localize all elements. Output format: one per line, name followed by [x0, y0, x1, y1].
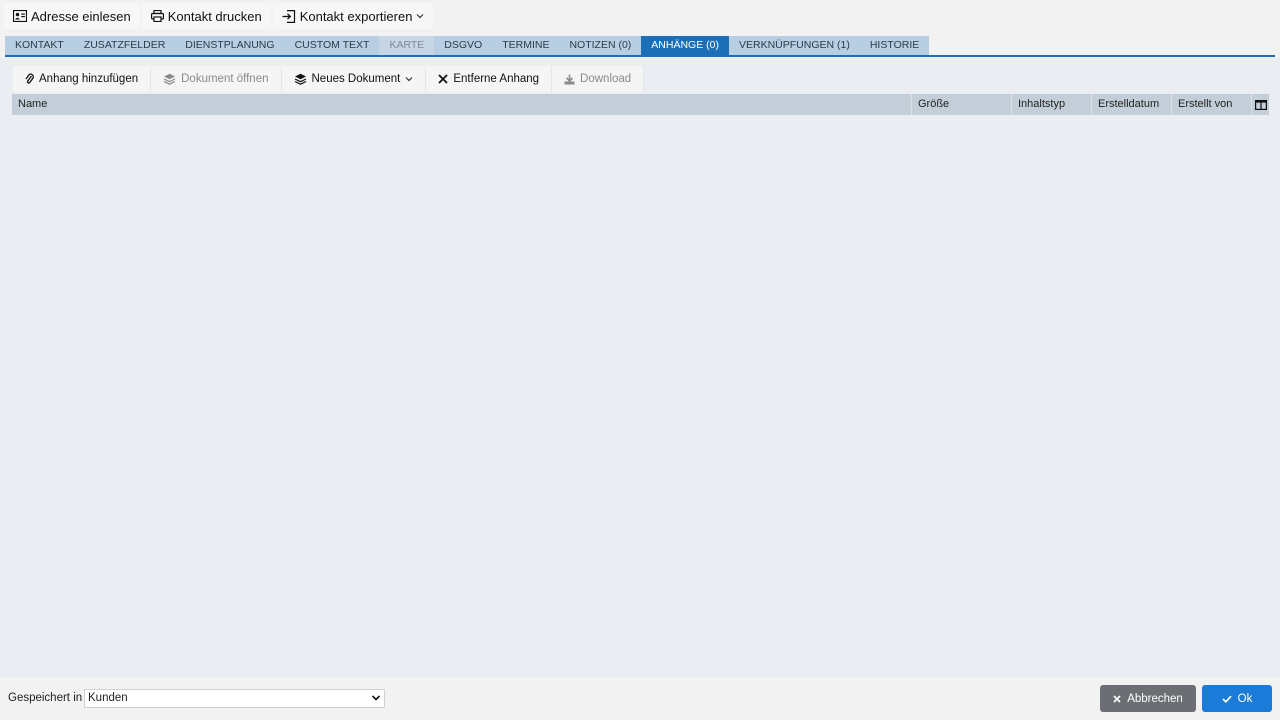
new-document-label: Neues Dokument: [311, 73, 401, 85]
layers-icon: [294, 73, 306, 85]
tab-bar: KONTAKT ZUSATZFELDER DIENSTPLANUNG CUSTO…: [5, 36, 930, 55]
add-attachment-button[interactable]: Anhang hinzufügen: [13, 66, 152, 92]
tab-notizen[interactable]: NOTIZEN (0): [559, 36, 641, 55]
cancel-label: Abbrechen: [1127, 692, 1183, 705]
download-icon: [564, 74, 575, 84]
add-attachment-label: Anhang hinzufügen: [39, 73, 139, 85]
checkmark-icon: [1222, 695, 1232, 703]
attachments-toolbar: Anhang hinzufügen Dokument öffnen Neues …: [13, 66, 645, 92]
cancel-button[interactable]: Abbrechen: [1100, 685, 1196, 712]
ok-label: Ok: [1237, 692, 1253, 705]
open-document-label: Dokument öffnen: [181, 73, 269, 85]
column-header-size[interactable]: Größe: [912, 94, 1012, 115]
address-card-icon: [13, 10, 27, 22]
close-icon: [1113, 694, 1121, 703]
chevron-down-icon: [416, 14, 424, 19]
column-header-content-type[interactable]: Inhaltstyp: [1012, 94, 1092, 115]
chevron-down-icon: [405, 77, 413, 82]
open-document-button[interactable]: Dokument öffnen: [151, 66, 282, 92]
close-icon: [438, 74, 448, 84]
tab-custom-text[interactable]: CUSTOM TEXT: [285, 36, 380, 55]
export-contact-button[interactable]: Kontakt exportieren: [272, 3, 434, 29]
tab-kontakt[interactable]: KONTAKT: [5, 36, 74, 55]
read-address-label: Adresse einlesen: [31, 8, 131, 24]
tab-verknuepfungen[interactable]: VERKNÜPFUNGEN (1): [729, 36, 860, 55]
attachments-grid-header: Name Größe Inhaltstyp Erstelldatum Erste…: [12, 94, 1269, 115]
attachments-panel: Anhang hinzufügen Dokument öffnen Neues …: [0, 57, 1280, 677]
tab-karte: KARTE: [379, 36, 435, 55]
tab-termine[interactable]: TERMINE: [492, 36, 559, 55]
saved-in-value: Kunden: [88, 692, 128, 704]
column-header-created-date[interactable]: Erstelldatum: [1092, 94, 1172, 115]
paperclip-icon: [25, 73, 34, 84]
export-contact-label: Kontakt exportieren: [299, 8, 413, 24]
download-label: Download: [580, 73, 632, 85]
tab-dienstplanung[interactable]: DIENSTPLANUNG: [175, 36, 284, 55]
saved-in-label: Gespeichert in: [8, 692, 83, 704]
tab-dsgvo[interactable]: DSGVO: [434, 36, 492, 55]
saved-in-select[interactable]: Kunden: [84, 689, 385, 708]
column-header-created-by[interactable]: Erstellt von: [1172, 94, 1252, 115]
contact-dialog: Adresse einlesen Kontakt drucken Kontakt…: [0, 0, 1280, 720]
tab-historie[interactable]: HISTORIE: [860, 36, 929, 55]
ok-button[interactable]: Ok: [1202, 685, 1272, 712]
dialog-footer: Gespeichert in Kunden Abbrechen Ok: [0, 677, 1280, 720]
export-icon: [282, 9, 295, 23]
layers-icon: [163, 73, 176, 85]
printer-icon: [150, 10, 164, 22]
tab-anhaenge[interactable]: ANHÄNGE (0): [641, 36, 729, 55]
tab-zusatzfelder[interactable]: ZUSATZFELDER: [74, 36, 175, 55]
print-contact-button[interactable]: Kontakt drucken: [141, 3, 271, 29]
column-chooser-button[interactable]: [1252, 94, 1269, 115]
remove-attachment-button[interactable]: Entferne Anhang: [426, 66, 553, 92]
new-document-button[interactable]: Neues Dokument: [281, 66, 427, 92]
top-toolbar: Adresse einlesen Kontakt drucken Kontakt…: [4, 3, 434, 29]
chevron-down-icon: [371, 695, 381, 701]
download-button[interactable]: Download: [552, 66, 645, 92]
read-address-button[interactable]: Adresse einlesen: [4, 3, 140, 29]
column-header-name[interactable]: Name: [12, 94, 912, 115]
remove-attachment-label: Entferne Anhang: [453, 73, 540, 85]
columns-icon: [1255, 99, 1267, 110]
print-contact-label: Kontakt drucken: [167, 8, 262, 24]
